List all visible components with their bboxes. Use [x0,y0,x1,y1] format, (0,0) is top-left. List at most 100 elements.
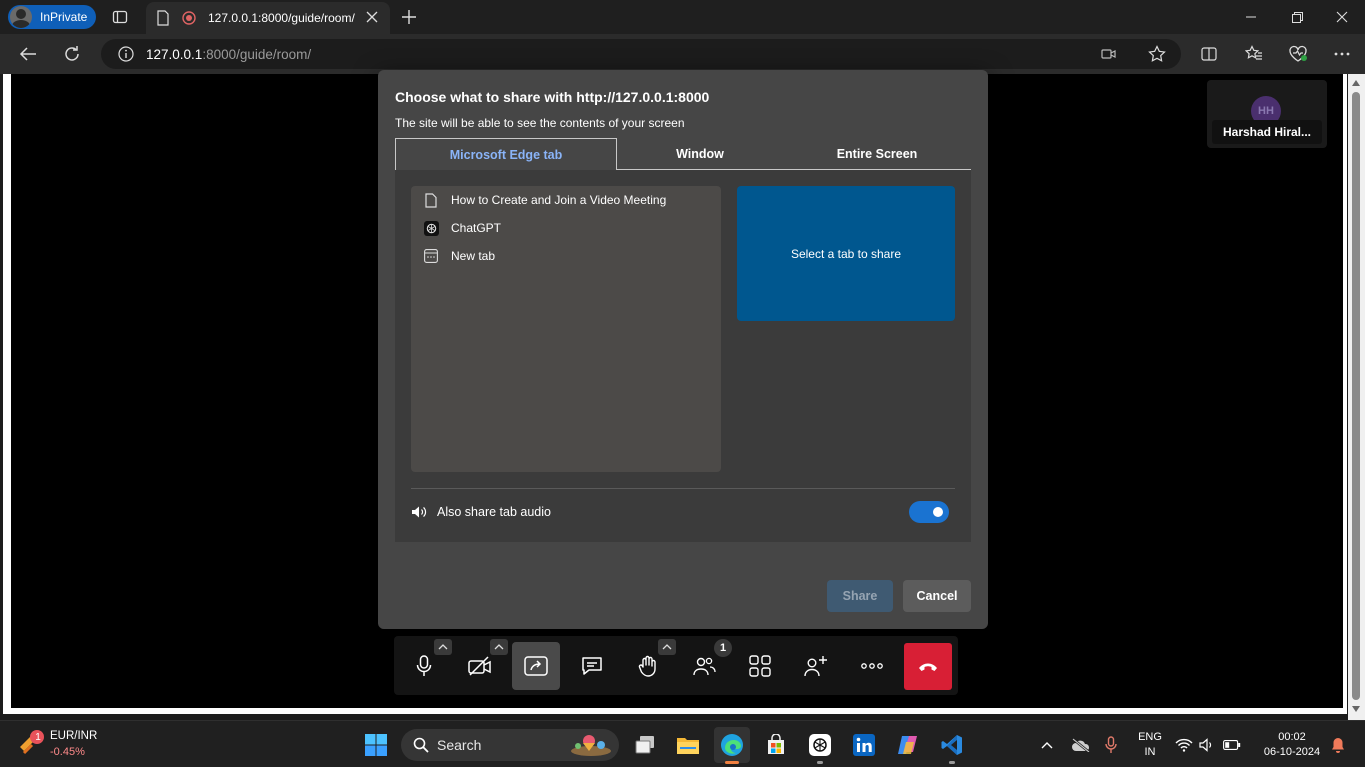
currency-change: -0.45% [50,746,85,758]
taskbar-search[interactable]: Search [401,729,619,761]
speaker-icon [411,505,427,519]
refresh-icon[interactable] [61,44,83,64]
url-text: 127.0.0.1:8000/guide/room/ [146,46,312,62]
more-icon [861,663,883,669]
camera-off-icon [468,656,491,676]
microsoft-store-icon[interactable] [758,727,794,763]
share-panel: How to Create and Join a Video Meeting C… [395,170,971,542]
more-options-button[interactable] [848,642,896,690]
search-highlight-icon [571,735,611,756]
tab-window[interactable]: Window [617,138,783,170]
wifi-icon [1175,738,1193,752]
tab-microsoft-edge-tab[interactable]: Microsoft Edge tab [395,138,617,171]
share-audio-row: Also share tab audio [411,502,551,522]
cancel-button[interactable]: Cancel [903,580,971,612]
share-button[interactable]: Share [827,580,893,612]
browser-title-bar: InPrivate 127.0.0.1:8000/guide/room/ [0,0,1365,34]
clock-date: 06-10-2024 [1263,746,1321,758]
scroll-up-icon[interactable] [1352,80,1360,86]
chat-icon [582,657,602,675]
apps-button[interactable] [736,642,784,690]
participant-name: Harshad Hiral... [1212,120,1322,144]
list-item[interactable]: ChatGPT [423,218,501,238]
scrollbar-thumb[interactable] [1352,92,1360,700]
microphone-in-use-icon[interactable] [1096,727,1126,763]
newtab-icon [423,248,439,264]
start-button[interactable] [358,727,394,763]
preview-text: Select a tab to share [790,246,902,261]
windows-logo-icon [365,734,387,756]
weather-widget-icon[interactable]: 1 [16,729,44,759]
add-person-icon [804,656,827,677]
volume-icon [1199,738,1212,752]
more-menu-icon[interactable] [1331,44,1353,64]
tab-title: 127.0.0.1:8000/guide/room/ [208,11,355,25]
close-tab-icon[interactable] [366,11,378,23]
favorite-star-icon[interactable] [1148,45,1166,63]
quick-settings[interactable] [1172,727,1244,763]
onedrive-off-icon[interactable] [1064,727,1098,763]
language-indicator[interactable]: ENG IN [1134,730,1166,760]
search-icon [413,737,429,753]
minimize-icon[interactable] [1228,0,1274,34]
copilot-icon[interactable] [890,727,926,763]
linkedin-icon[interactable] [846,727,882,763]
chatgpt-icon [423,220,439,236]
list-item-label: ChatGPT [451,221,502,235]
file-explorer-icon[interactable] [670,727,706,763]
task-view-icon[interactable] [627,727,663,763]
tab-entire-screen[interactable]: Entire Screen [783,138,971,170]
hang-up-icon [919,663,937,671]
participants-button[interactable] [680,642,728,690]
close-window-icon[interactable] [1319,0,1365,34]
currency-pair: EUR/INR [50,730,98,742]
restore-icon[interactable] [1274,0,1320,34]
notification-bell-icon[interactable] [1326,727,1350,763]
site-info-icon[interactable] [118,46,134,62]
divider [411,488,955,489]
chatgpt-app-icon[interactable] [802,727,838,764]
microphone-icon [416,655,432,676]
list-item-label: How to Create and Join a Video Meeting [451,193,667,207]
back-icon[interactable] [17,44,39,64]
raise-hand-button[interactable] [624,642,672,690]
inprivate-label: InPrivate [40,10,88,24]
dialog-title: Choose what to share with http://127.0.0… [395,89,710,105]
share-source-tabs: Microsoft Edge tab Window Entire Screen [395,138,971,171]
clock[interactable]: 00:02 06-10-2024 [1252,730,1332,760]
camera-button[interactable] [456,642,504,690]
vscode-icon[interactable] [934,727,970,764]
battery-icon [1223,740,1241,750]
tab-actions-icon[interactable] [110,7,130,27]
address-bar[interactable]: 127.0.0.1:8000/guide/room/ [101,39,1181,69]
profile-avatar-icon [10,6,32,28]
widget-badge: 1 [35,732,41,743]
list-item[interactable]: How to Create and Join a Video Meeting [423,190,666,210]
scroll-down-icon[interactable] [1352,706,1360,712]
camera-in-use-icon[interactable] [1101,47,1117,61]
browser-essentials-icon[interactable] [1287,44,1309,64]
list-item[interactable]: New tab [423,246,495,266]
recording-icon [182,11,196,25]
browser-tab-active[interactable]: 127.0.0.1:8000/guide/room/ [146,2,390,34]
favorites-icon[interactable] [1243,44,1265,64]
microphone-button[interactable] [400,642,448,690]
share-screen-icon [524,656,548,676]
end-call-button[interactable] [904,643,952,690]
search-placeholder: Search [437,737,482,753]
screen-share-button[interactable] [512,642,560,690]
chat-button[interactable] [568,642,616,690]
split-screen-icon[interactable] [1199,44,1219,64]
share-audio-toggle[interactable] [909,501,949,523]
participant-tile[interactable]: HH Harshad Hiral... [1207,80,1327,148]
inprivate-badge[interactable]: InPrivate [8,5,96,29]
page-icon [156,10,170,26]
new-tab-icon[interactable] [399,7,419,27]
region-code: IN [1144,746,1156,758]
page-scrollbar[interactable] [1348,74,1365,720]
add-participant-button[interactable] [792,642,840,690]
edge-icon[interactable] [714,727,750,764]
show-hidden-icons-icon[interactable] [1030,727,1064,763]
browser-toolbar: 127.0.0.1:8000/guide/room/ [0,34,1365,74]
tab-list: How to Create and Join a Video Meeting C… [411,186,721,472]
